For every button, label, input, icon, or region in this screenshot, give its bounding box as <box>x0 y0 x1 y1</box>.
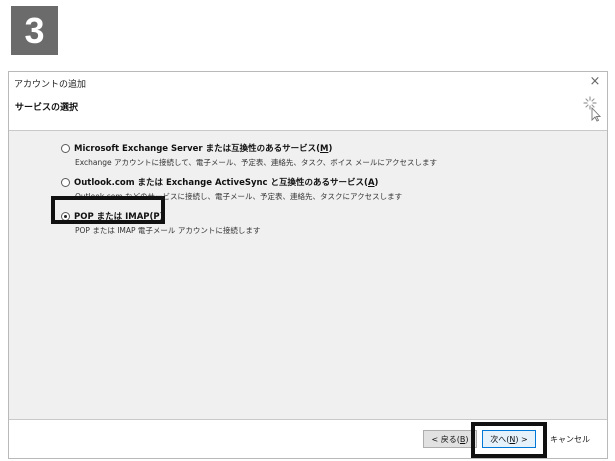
option-exchange[interactable]: Microsoft Exchange Server または互換性のあるサービス(… <box>61 141 437 168</box>
option-label-exchange: Microsoft Exchange Server または互換性のあるサービス(… <box>74 144 333 154</box>
service-options-panel: Microsoft Exchange Server または互換性のあるサービス(… <box>9 131 607 420</box>
dialog-footer: < 戻る(B) 次へ(N) > キャンセル <box>9 419 607 458</box>
highlight-box-pop-imap <box>51 196 165 224</box>
cancel-button[interactable]: キャンセル <box>543 430 597 448</box>
radio-outlook-com[interactable] <box>61 177 70 187</box>
close-icon[interactable]: × <box>587 74 603 90</box>
page-title: サービスの選択 <box>15 103 79 113</box>
add-account-dialog: アカウントの追加 × サービスの選択 Microsoft Exchange Se… <box>8 71 608 459</box>
option-label-outlook-com: Outlook.com または Exchange ActiveSync と互換性… <box>74 178 379 188</box>
window-title: アカウントの追加 <box>14 80 87 90</box>
option-desc-pop-imap: POP または IMAP 電子メール アカウントに接続します <box>75 226 261 235</box>
step-number-badge: 3 <box>11 6 58 55</box>
option-desc-exchange: Exchange アカウントに接続して、電子メール、予定表、連絡先、タスク、ボイ… <box>75 158 438 167</box>
back-button[interactable]: < 戻る(B) <box>423 430 477 448</box>
radio-exchange[interactable] <box>61 143 70 153</box>
highlight-box-next <box>471 422 547 458</box>
busy-cursor-icon <box>583 96 601 122</box>
dialog-header: サービスの選択 <box>9 94 607 131</box>
title-bar: アカウントの追加 × <box>9 72 607 94</box>
